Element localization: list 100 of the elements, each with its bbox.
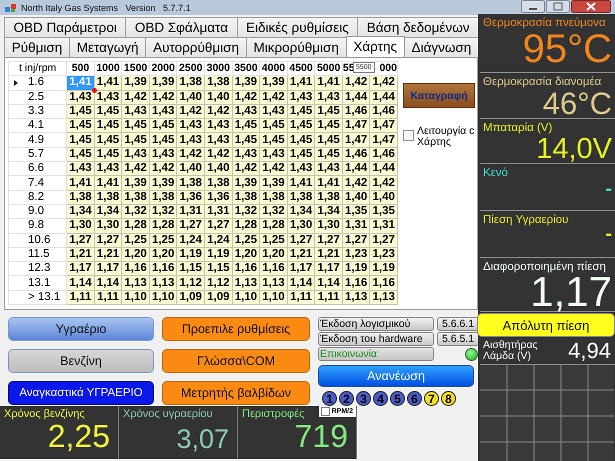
table-cell[interactable]: 1,40	[204, 162, 232, 176]
table-cell[interactable]: 1,44	[342, 162, 370, 176]
table-cell[interactable]: 1,40	[342, 190, 370, 204]
table-cell[interactable]: 1,19	[342, 262, 370, 276]
channel-button[interactable]: 8	[441, 391, 456, 406]
table-cell[interactable]: 1,40	[370, 190, 398, 204]
table-cell[interactable]: 1,45	[94, 118, 122, 133]
channel-button[interactable]: 1	[322, 391, 337, 406]
table-cell[interactable]: 1,40	[176, 90, 205, 104]
checkbox-label[interactable]: Λειτουργία c Χάρτης	[417, 126, 477, 148]
table-cell[interactable]: 1,45	[122, 118, 150, 133]
table-cell[interactable]: 1,27	[342, 233, 370, 248]
table-cell[interactable]: 1,16	[260, 262, 288, 276]
table-cell[interactable]: 1,43	[66, 162, 94, 176]
table-cell[interactable]: 1,36	[204, 190, 232, 204]
table-cell[interactable]: 1,38	[94, 190, 122, 204]
tab[interactable]: Μικρορύθμιση	[246, 37, 347, 57]
table-cell[interactable]: 1,43	[204, 118, 232, 133]
tab[interactable]: OBD Σφάλματα	[125, 17, 238, 37]
table-cell[interactable]: 1,16	[149, 262, 177, 276]
table-cell[interactable]: 1,44	[342, 90, 370, 104]
table-cell[interactable]: 1,43	[287, 162, 315, 176]
table-cell[interactable]: 1,47	[342, 118, 370, 133]
table-cell[interactable]: 1,45	[260, 118, 288, 133]
table-cell[interactable]: 1,38	[122, 190, 150, 204]
tab[interactable]: Χάρτης	[346, 36, 405, 57]
checkbox[interactable]	[403, 130, 414, 141]
channel-button[interactable]: 2	[339, 391, 354, 406]
table-cell[interactable]: 1,17	[287, 262, 315, 276]
table-cell[interactable]: 1,25	[122, 233, 150, 248]
channel-button[interactable]: 6	[407, 391, 422, 406]
table-cell[interactable]: 1,27	[314, 233, 342, 248]
tab[interactable]: OBD Παράμετροι	[4, 17, 126, 37]
table-cell[interactable]: 1,25	[232, 233, 260, 248]
table-cell[interactable]: 1,45	[66, 118, 94, 133]
tab[interactable]: Βάση δεδομένων	[357, 17, 479, 37]
fuel-button[interactable]: Βενζίνη	[8, 349, 154, 373]
table-cell[interactable]: 1,38	[66, 190, 94, 204]
table-cell[interactable]: 1,42	[122, 90, 150, 104]
table-cell[interactable]: 1,16	[122, 262, 150, 276]
table-cell[interactable]: 1,42	[260, 90, 288, 104]
fuel-button[interactable]: Αναγκαστικά ΥΓΡΑΕΡΙΟ	[8, 381, 154, 405]
table-cell[interactable]: 1,24	[204, 233, 232, 248]
table-cell[interactable]: 1,36	[176, 190, 205, 204]
settings-button[interactable]: Μετρητής βαλβίδων	[162, 381, 310, 405]
table-cell[interactable]: 1,27	[287, 233, 315, 248]
channel-button[interactable]: 4	[373, 391, 388, 406]
table-cell[interactable]: 1,44	[370, 90, 398, 104]
tab[interactable]: Ειδικές ρυθμίσεις	[236, 17, 358, 37]
table-cell[interactable]: 1,45	[287, 118, 315, 133]
table-cell[interactable]: 1,43	[314, 162, 342, 176]
table-cell[interactable]: 1,19	[370, 262, 398, 276]
table-cell[interactable]: 1,15	[176, 262, 205, 276]
table-cell[interactable]: 1,43	[314, 90, 342, 104]
table-cell[interactable]: 1,42	[232, 90, 260, 104]
table-cell[interactable]: 1,42	[149, 90, 177, 104]
table-cell[interactable]: 1,42	[260, 162, 288, 176]
table-cell[interactable]: 1,43	[176, 118, 205, 133]
table-cell[interactable]: 1,17	[314, 262, 342, 276]
table-cell[interactable]: 1,38	[287, 190, 315, 204]
table-cell[interactable]: 1,42	[232, 162, 260, 176]
table-cell[interactable]: 1,40	[204, 90, 232, 104]
table-cell[interactable]: 1,17	[94, 262, 122, 276]
minimize-icon[interactable]	[521, 0, 545, 13]
refresh-button[interactable]: Ανανέωση	[318, 365, 474, 387]
tab[interactable]: Μεταγωγή	[69, 37, 146, 57]
table-cell[interactable]: 1,47	[370, 118, 398, 133]
table-cell[interactable]: 1,17	[66, 262, 94, 276]
table-cell[interactable]: 1,45	[149, 118, 177, 133]
tab[interactable]: Αυτορρύθμιση	[145, 37, 247, 57]
table-cell[interactable]: 1,40	[176, 162, 205, 176]
table-cell[interactable]: 1,43	[287, 90, 315, 104]
table-cell[interactable]: 1,27	[94, 233, 122, 248]
fuel-button[interactable]: Υγραέριο	[8, 317, 154, 341]
table-cell[interactable]: 1,25	[260, 233, 288, 248]
table-cell[interactable]: 1,38	[232, 190, 260, 204]
table-cell[interactable]: 1,15	[204, 262, 232, 276]
table-cell[interactable]: 1,43	[94, 90, 122, 104]
settings-button[interactable]: Γλώσσα\COM	[162, 349, 310, 373]
table-cell[interactable]: 1,44	[370, 162, 398, 176]
table-cell[interactable]: 1,45	[232, 118, 260, 133]
table-cell[interactable]: 1,27	[66, 233, 94, 248]
channel-button[interactable]: 7	[424, 391, 439, 406]
table-cell[interactable]: 1,42	[122, 162, 150, 176]
tab[interactable]: Διάγνωση	[404, 37, 480, 57]
table-cell[interactable]: 1,24	[176, 233, 205, 248]
table-cell[interactable]: 1,16	[232, 262, 260, 276]
table-cell[interactable]: 1,38	[149, 190, 177, 204]
channel-button[interactable]: 5	[390, 391, 405, 406]
table-cell[interactable]: 1,38	[260, 190, 288, 204]
close-icon[interactable]	[571, 0, 611, 13]
channel-button[interactable]: 3	[356, 391, 371, 406]
maximize-icon[interactable]	[546, 0, 570, 13]
table-cell[interactable]: 1,42	[149, 162, 177, 176]
settings-button[interactable]: Προεπιλε ρυθμίσεις	[162, 317, 310, 341]
table-cell[interactable]: 1,25	[149, 233, 177, 248]
table-cell[interactable]: 1,45	[314, 118, 342, 133]
table-cell[interactable]: 1,38	[314, 190, 342, 204]
table-cell[interactable]: 1,43	[94, 162, 122, 176]
tab[interactable]: Ρύθμιση	[4, 37, 70, 57]
